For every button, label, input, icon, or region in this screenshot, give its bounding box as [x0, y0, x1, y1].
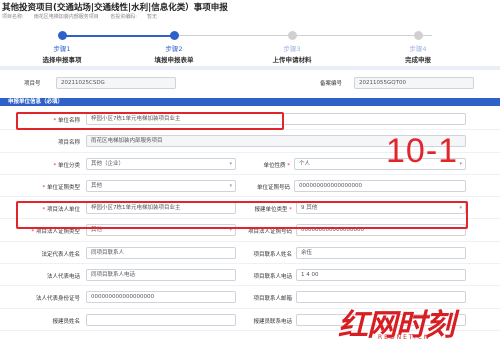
highlight-box-legal-unit: [16, 201, 468, 229]
highlight-box-unit-name: [16, 112, 284, 130]
reporter-phone-label: 报建员联系电话: [253, 318, 292, 325]
chevron-down-icon: ▾: [229, 160, 232, 167]
unit-nature-label-text: 单位性质: [263, 162, 286, 169]
form-row: 法人代表电话 同项目联系人电话 项目联系人电话 1 4 00: [0, 264, 500, 287]
step-4-label: 步骤4: [409, 45, 427, 53]
legal-phone-input[interactable]: 同项目联系人电话: [86, 269, 236, 282]
section-header-bar: [0, 98, 500, 106]
step-4[interactable]: 步骤4 完成申报: [378, 28, 458, 64]
step-2-title: 填报申报表单: [154, 56, 194, 64]
unit-type-value: 其他（企业）: [91, 160, 125, 167]
form-row: * 单位证照类型 其他 ▾ 单位证照号码 000000000000000000: [0, 175, 500, 198]
legal-rep-label: 法定代表人姓名: [41, 251, 80, 258]
watermark-logo: 红网时刻 REDNET.CN: [338, 300, 498, 346]
step-3-dot: [287, 31, 297, 40]
step-3-title: 上传申请材料: [272, 56, 312, 64]
legal-id-label: 法人代表身份证号: [35, 296, 80, 303]
divider: [0, 66, 500, 70]
unit-nature-label: 单位性质 *: [240, 161, 290, 169]
cert-no-label: 单位证照号码: [256, 184, 290, 191]
cert-no-input[interactable]: 000000000000000000: [294, 179, 466, 192]
cert-type-value: 其他: [91, 182, 103, 189]
province-code-label: 省投资编码:: [110, 14, 137, 20]
reporter-name-label: 报建员姓名: [52, 318, 80, 325]
required-mark: *: [285, 162, 290, 169]
step-1-label: 步骤1: [53, 45, 71, 53]
contact-name-label: 项目联系人姓名: [253, 251, 292, 258]
step-4-dot: [413, 31, 423, 40]
project-no-label: 项目号: [24, 81, 41, 87]
chevron-down-icon: ▾: [229, 182, 232, 189]
unit-type-select[interactable]: 其他（企业） ▾: [86, 157, 236, 170]
contact-phone-label: 项目联系人电话: [253, 274, 292, 281]
contact-phone-input[interactable]: 1 4 00: [296, 269, 466, 282]
record-no-label: 备案编号: [320, 81, 343, 87]
step-progress: 步骤1 选择申报事项 步骤2 填报申报表单 步骤3 上传申请材料 步骤4 完成申…: [0, 28, 500, 66]
unit-nature-value: 个人: [299, 160, 311, 167]
legal-phone-label: 法人代表电话: [46, 274, 80, 281]
step-2[interactable]: 步骤2 填报申报表单: [134, 28, 214, 64]
project-info-row: 项目号 20211025CSDG 备案编号 20211055GQT00: [20, 76, 492, 91]
step-3[interactable]: 步骤3 上传申请材料: [252, 28, 332, 64]
step-1[interactable]: 步骤1 选择申报事项: [22, 28, 102, 64]
cert-type-label-text: 单位证照类型: [46, 184, 80, 191]
step-4-title: 完成申报: [405, 56, 431, 64]
record-no-field[interactable]: 20211055GQT00: [354, 77, 474, 89]
step-2-dot: [169, 31, 179, 40]
project-name-label: 项目名称:: [2, 14, 24, 20]
project-no-field[interactable]: 20211025CSDG: [56, 77, 176, 89]
unit-type-label: * 单位分类: [20, 161, 80, 169]
cert-type-select[interactable]: 其他 ▾: [86, 179, 236, 192]
contact-email-label: 项目联系人邮箱: [253, 296, 292, 303]
header-info: 项目名称: 雨花区电梯加装内部服务项目 省投资编码: 暂无: [2, 13, 167, 20]
step-1-title: 选择申报事项: [42, 56, 82, 64]
form-row: 法定代表人姓名 同项目联系人 项目联系人姓名 余伍: [0, 242, 500, 265]
header-province-code: 暂无: [146, 14, 157, 20]
header-project-name: 雨花区电梯加装内部服务项目: [33, 14, 99, 20]
legal-id-input[interactable]: 000000000000000000: [86, 291, 236, 304]
reporter-name-input[interactable]: [86, 313, 236, 326]
chevron-down-icon: ▾: [459, 160, 462, 167]
annotation-label: 10-1: [386, 132, 459, 170]
unit-type-label-text: 单位分类: [57, 162, 80, 169]
legal-cert-type-label-text: 项目法人证照类型: [35, 229, 80, 236]
step-3-label: 步骤3: [283, 45, 301, 53]
page-title: 其他投资项目(交通站场|交通线性|水利|信息化类）事项申报: [2, 3, 228, 13]
watermark-sub: REDNET.CN: [378, 334, 431, 341]
legal-rep-input[interactable]: 同项目联系人: [86, 246, 236, 259]
section-title: 申报单位信息（必填）: [8, 99, 64, 105]
project-name-label: 项目名称: [57, 140, 80, 147]
contact-name-input[interactable]: 余伍: [296, 246, 466, 259]
step-2-label: 步骤2: [165, 45, 183, 53]
cert-type-label: * 单位证照类型: [20, 183, 80, 191]
step-1-dot: [57, 31, 67, 40]
